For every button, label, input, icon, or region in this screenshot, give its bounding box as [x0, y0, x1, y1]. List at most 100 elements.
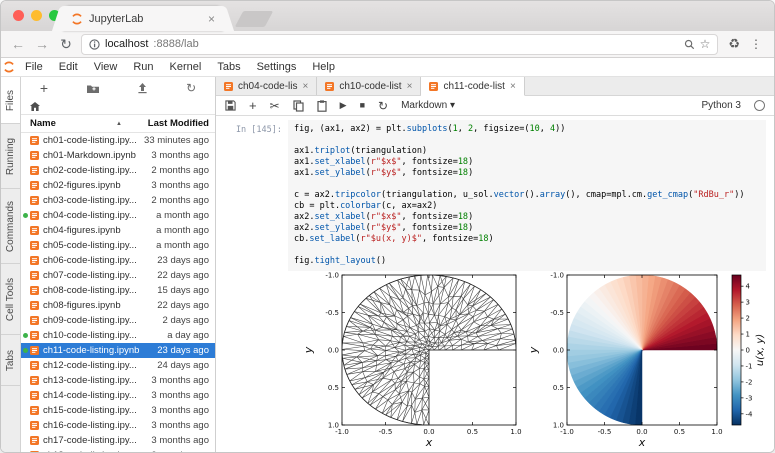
tab-close-icon[interactable]: ×: [302, 81, 308, 92]
run-cell-icon[interactable]: ▶: [340, 101, 347, 110]
doc-tab-ch11-code-list[interactable]: ch11-code-list×: [421, 77, 524, 96]
file-row[interactable]: ch01-Markdown.ipynb3 months ago: [21, 148, 215, 163]
file-row[interactable]: ch17-code-listing.ipy...3 months ago: [21, 433, 215, 448]
sidebar-tab-running[interactable]: Running: [1, 124, 20, 189]
file-row[interactable]: ch15-code-listing.ipy...3 months ago: [21, 403, 215, 418]
file-row[interactable]: ch12-code-listing.ipy...24 days ago: [21, 358, 215, 373]
file-name: ch01-code-listing.ipy...: [43, 135, 144, 146]
notebook-file-icon: [429, 82, 438, 91]
file-row[interactable]: ch07-code-listing.ipy...22 days ago: [21, 268, 215, 283]
notebook-file-icon: [30, 241, 39, 250]
browser-tab[interactable]: JupyterLab ×: [63, 6, 223, 31]
kernel-name[interactable]: Python 3: [702, 100, 741, 111]
run-indicator-zone: [21, 213, 30, 218]
svg-text:0.0: 0.0: [636, 428, 647, 436]
svg-text:1.0: 1.0: [553, 422, 564, 430]
refresh-files-button[interactable]: ↻: [186, 82, 196, 94]
file-modified: a month ago: [156, 210, 209, 221]
file-row[interactable]: ch01-code-listing.ipy...33 minutes ago: [21, 133, 215, 148]
cut-cell-icon[interactable]: ✂: [270, 100, 280, 112]
new-folder-button[interactable]: [86, 83, 100, 94]
notebook-file-icon: [30, 406, 39, 415]
sidebar-tab-label: Running: [5, 137, 16, 174]
file-row[interactable]: ch10-code-listing.ipy...a day ago: [21, 328, 215, 343]
run-indicator-zone: [21, 348, 30, 353]
file-row[interactable]: ch04-figures.ipynba month ago: [21, 223, 215, 238]
file-row[interactable]: ch14-code-listing.ipy...3 months ago: [21, 388, 215, 403]
home-icon[interactable]: [30, 102, 40, 111]
search-icon[interactable]: [684, 39, 695, 50]
tab-close-icon[interactable]: ×: [407, 81, 413, 92]
file-row[interactable]: ch09-code-listing.ipy...2 days ago: [21, 313, 215, 328]
menu-kernel[interactable]: Kernel: [162, 61, 210, 73]
menu-help[interactable]: Help: [304, 61, 343, 73]
svg-text:-0.5: -0.5: [379, 428, 393, 436]
menu-view[interactable]: View: [86, 61, 126, 73]
bookmark-star-icon[interactable]: ☆: [700, 37, 711, 51]
sort-ascending-icon[interactable]: ▲: [116, 121, 148, 127]
file-name: ch15-code-listing.ipy...: [43, 405, 151, 416]
file-row[interactable]: ch02-figures.ipynb3 months ago: [21, 178, 215, 193]
cell-type-dropdown[interactable]: Markdown ▾: [401, 100, 455, 111]
tab-close-icon[interactable]: ×: [510, 81, 516, 92]
url-bar[interactable]: localhost:8888/lab ☆: [81, 34, 718, 55]
doc-tab-ch04-code-lis[interactable]: ch04-code-lis ×: [216, 77, 317, 95]
paste-cell-icon[interactable]: [317, 100, 327, 112]
menu-run[interactable]: Run: [125, 61, 161, 73]
file-row[interactable]: ch16-code-listing.ipy...3 months ago: [21, 418, 215, 433]
browser-menu-icon[interactable]: ⋮: [750, 37, 762, 51]
file-row[interactable]: ch11-code-listing.ipynb23 days ago: [21, 343, 215, 358]
tab-close-icon[interactable]: ×: [208, 13, 215, 25]
sidebar-tab-files[interactable]: Files: [1, 77, 20, 124]
notebook-file-icon: [30, 151, 39, 160]
reload-icon[interactable]: ↻: [57, 37, 75, 51]
file-name: ch07-code-listing.ipy...: [43, 270, 157, 281]
file-row[interactable]: ch08-figures.ipynb22 days ago: [21, 298, 215, 313]
doc-tab-label: ch04-code-lis: [238, 81, 297, 92]
copy-cell-icon[interactable]: [293, 100, 304, 112]
doc-tab-ch10-code-list[interactable]: ch10-code-list×: [317, 77, 421, 95]
menu-edit[interactable]: Edit: [51, 61, 86, 73]
page-info-icon[interactable]: [89, 39, 100, 50]
save-icon[interactable]: [225, 100, 236, 111]
svg-text:x: x: [638, 436, 646, 449]
file-row[interactable]: ch13-code-listing.ipy...3 months ago: [21, 373, 215, 388]
file-row[interactable]: ch06-code-listing.ipy...23 days ago: [21, 253, 215, 268]
notebook-content[interactable]: In [145]: fig, (ax1, ax2) = plt.subplots…: [216, 116, 774, 453]
minimize-window-button[interactable]: [31, 10, 42, 21]
file-name: ch14-code-listing.ipy...: [43, 390, 151, 401]
code-editor[interactable]: fig, (ax1, ax2) = plt.subplots(1, 2, fig…: [288, 120, 766, 271]
column-last-modified[interactable]: Last Modified: [148, 118, 209, 129]
add-cell-icon[interactable]: +: [249, 99, 257, 112]
notebook-file-icon: [30, 436, 39, 445]
menu-file[interactable]: File: [17, 61, 51, 73]
restart-kernel-icon[interactable]: ↻: [378, 100, 388, 112]
file-row[interactable]: ch18-code-listing.ipy...3 months ago: [21, 448, 215, 453]
sidebar-tab-cell-tools[interactable]: Cell Tools: [1, 264, 20, 335]
upload-button[interactable]: [137, 82, 148, 94]
file-row[interactable]: ch04-code-listing.ipy...a month ago: [21, 208, 215, 223]
file-row[interactable]: ch05-code-listing.ipy...a month ago: [21, 238, 215, 253]
menu-tabs[interactable]: Tabs: [209, 61, 248, 73]
stop-kernel-icon[interactable]: ■: [360, 101, 365, 110]
extensions-icon[interactable]: ♻: [728, 36, 740, 52]
file-row[interactable]: ch08-code-listing.ipy...15 days ago: [21, 283, 215, 298]
forward-icon[interactable]: →: [33, 37, 51, 51]
code-line: ax1.triplot(triangulation): [294, 146, 760, 157]
column-name[interactable]: Name: [30, 118, 116, 129]
sidebar-tab-commands[interactable]: Commands: [1, 189, 20, 264]
file-row[interactable]: ch02-code-listing.ipy...2 months ago: [21, 163, 215, 178]
back-icon[interactable]: ←: [9, 37, 27, 51]
code-cell[interactable]: In [145]: fig, (ax1, ax2) = plt.subplots…: [216, 120, 774, 271]
new-launcher-button[interactable]: +: [40, 81, 48, 95]
file-row[interactable]: ch03-code-listing.ipy...2 months ago: [21, 193, 215, 208]
svg-text:1.0: 1.0: [711, 428, 722, 436]
sidebar-tab-tabs[interactable]: Tabs: [1, 335, 20, 386]
file-modified: 3 months ago: [151, 180, 209, 191]
close-window-button[interactable]: [13, 10, 24, 21]
file-name: ch02-code-listing.ipy...: [43, 165, 151, 176]
new-tab-button[interactable]: [235, 11, 274, 27]
triplot-figure: -1.01.0-0.50.50.00.00.5-0.51.0-1.0xy: [294, 271, 529, 453]
notebook-file-icon: [30, 271, 39, 280]
menu-settings[interactable]: Settings: [249, 61, 305, 73]
